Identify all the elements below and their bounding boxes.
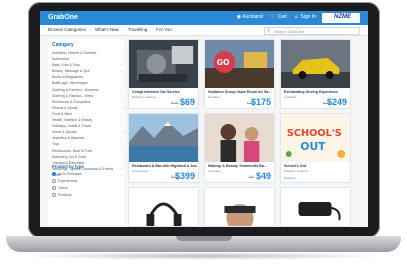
deal-location: Auckland <box>284 95 297 99</box>
laptop-shadow <box>20 252 387 260</box>
deal-location: Hamilton <box>208 95 220 99</box>
deal-title: Comprehensive Car Service <box>132 90 180 94</box>
gadget-image <box>281 188 350 226</box>
top-bar: GrabOne ◉ Auckland 🛒 Cart ☺ Sign In NZME <box>40 11 368 25</box>
radio-button[interactable] <box>52 179 56 183</box>
deal-old-price: $139 <box>170 101 178 105</box>
deal-price: $49 <box>255 171 271 181</box>
deal-card[interactable]: Exhilarating Driving Experience Auckland… <box>280 39 351 109</box>
nav-item-travel[interactable]: Travelling <box>128 27 147 32</box>
deal-location: Queenstown <box>132 169 149 173</box>
location-selector[interactable]: ◉ Auckland <box>237 14 263 20</box>
car-engine-image <box>129 40 198 88</box>
radio-label: All to Purchase <box>58 172 82 176</box>
radio-label: Products <box>58 193 72 197</box>
svg-text:GO: GO <box>217 58 230 67</box>
radio-button[interactable] <box>52 193 56 197</box>
deal-tag: Products <box>284 176 296 180</box>
radio-label: Experiences <box>58 179 78 183</box>
deal-title: Restaurant & Bar with Highland & Ascensi… <box>132 164 197 168</box>
partner-badge: NZME <box>322 13 360 23</box>
deal-location: Multiple Locations <box>132 95 157 99</box>
deal-title: Exhilarating Driving Experience <box>284 90 339 94</box>
cart-label: Cart <box>277 14 287 20</box>
sidebar: Category Activities, Leisure & Hobbies › A… <box>48 39 124 225</box>
radio-option-travel[interactable]: Travel <box>52 186 68 190</box>
headband-image <box>205 188 274 226</box>
product-type-heading: Product by type <box>52 164 84 169</box>
radio-option-products[interactable]: Products <box>52 193 72 197</box>
radio-button[interactable] <box>52 186 56 190</box>
radio-option-all[interactable]: All to Purchase <box>52 172 82 176</box>
search-input[interactable]: ⚲ Search GrabOne <box>264 27 360 35</box>
deal-card[interactable] <box>204 187 275 227</box>
location-label: Auckland <box>242 14 263 20</box>
radio-label: Travel <box>58 186 68 190</box>
laptop-mockup: GrabOne ◉ Auckland 🛒 Cart ☺ Sign In NZME… <box>0 0 407 269</box>
category-list: Activities, Leisure & Hobbies › Automotive… <box>52 51 122 179</box>
deal-price: $175 <box>250 97 271 107</box>
gonz-show-image: GO <box>205 40 274 88</box>
radio-button[interactable] <box>52 172 56 176</box>
search-icon: ⚲ <box>267 28 271 33</box>
account-label: Sign In <box>300 14 316 20</box>
lake-mountains-image <box>129 114 198 162</box>
laptop-notch <box>176 236 232 241</box>
deal-card[interactable]: GO Hobbiton Group Value Room for Sa... H… <box>204 39 275 109</box>
deal-title: Hobbiton Group Value Room for Sa... <box>208 90 272 94</box>
svg-text:SCHOOL'S: SCHOOL'S <box>287 128 342 139</box>
chevron-right-icon: › <box>120 172 122 177</box>
schools-out-image: SCHOOL'SOUT <box>281 114 350 162</box>
deal-price: $249 <box>326 97 347 107</box>
header-actions: ◉ Auckland 🛒 Cart ☺ Sign In <box>237 14 316 20</box>
deal-location: Multiple Locations <box>284 169 309 173</box>
category-heading: Category <box>52 42 74 48</box>
search-placeholder: Search GrabOne <box>274 28 305 34</box>
account-button[interactable]: ☺ Sign In <box>294 14 316 20</box>
deal-card[interactable] <box>280 187 351 227</box>
deal-title: Makeup & Beauty Treatments Ba... <box>208 164 267 168</box>
svg-text:OUT: OUT <box>300 140 326 153</box>
radio-option-experiences[interactable]: Experiences <box>52 179 77 183</box>
cart-button[interactable]: 🛒 Cart <box>270 14 287 20</box>
deal-location: Auckland <box>208 169 221 173</box>
nav-bar: Browse Categories What's New Travelling … <box>40 25 368 36</box>
deal-price: $69 <box>179 97 195 107</box>
deal-card[interactable]: Restaurant & Bar with Highland & Ascensi… <box>128 113 199 183</box>
nav-menu: Browse Categories What's New Travelling … <box>48 27 172 32</box>
deal-price: $399 <box>174 171 195 181</box>
site-logo[interactable]: GrabOne <box>48 14 78 21</box>
deal-card[interactable]: SCHOOL'S OUT School's Out Multiple Locati… <box>280 113 351 183</box>
nav-item-new[interactable]: What's New <box>95 27 119 32</box>
headphones-image <box>129 188 198 226</box>
deal-card[interactable] <box>128 187 199 227</box>
nav-item-foryou[interactable]: For You <box>156 27 172 32</box>
deal-old-price: $99 <box>248 175 254 179</box>
nav-item-browse[interactable]: Browse Categories <box>48 27 86 32</box>
partner-badge-text: NZME <box>334 14 351 20</box>
beauty-salon-image <box>205 114 274 162</box>
deal-card[interactable]: Comprehensive Car Service Multiple Locat… <box>128 39 199 109</box>
laptop-screen: GrabOne ◉ Auckland 🛒 Cart ☺ Sign In NZME… <box>40 11 368 227</box>
deal-title: School's Out <box>284 164 307 168</box>
deal-card[interactable]: Makeup & Beauty Treatments Ba... Aucklan… <box>204 113 275 183</box>
race-car-image <box>281 40 350 88</box>
